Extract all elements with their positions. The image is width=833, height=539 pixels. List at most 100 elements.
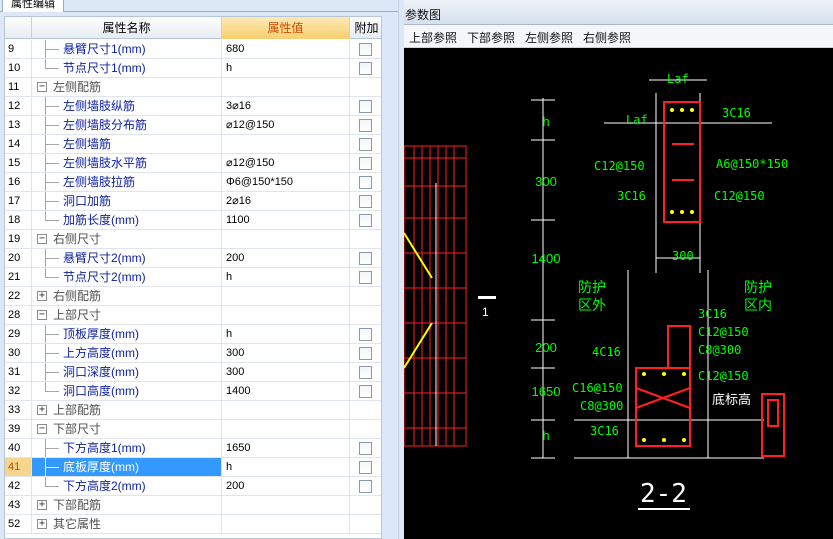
property-value-cell[interactable]: 1400 — [222, 382, 350, 400]
left-reference-button[interactable]: 左侧参照 — [525, 29, 573, 46]
property-name-cell[interactable]: 左侧墙筋 — [32, 135, 222, 153]
property-value-cell[interactable]: 200 — [222, 249, 350, 267]
property-name-cell[interactable]: + 下部配筋 — [32, 496, 222, 514]
bottom-reference-button[interactable]: 下部参照 — [467, 29, 515, 46]
property-value-cell[interactable] — [222, 135, 350, 153]
property-value-cell[interactable]: h — [222, 458, 350, 476]
tab-property-edit[interactable]: 属性编辑 — [2, 0, 64, 12]
property-name-cell[interactable]: 悬臂尺寸1(mm) — [32, 40, 222, 58]
property-row[interactable]: 10 节点尺寸1(mm) h — [5, 59, 381, 78]
property-value-cell[interactable]: 1100 — [222, 211, 350, 229]
property-name-cell[interactable]: + 其它属性 — [32, 515, 222, 533]
attach-checkbox[interactable] — [359, 176, 372, 189]
property-row[interactable]: 14 左侧墙筋 — [5, 135, 381, 154]
collapse-icon[interactable]: − — [37, 424, 47, 434]
property-group-row[interactable]: 11− 左侧配筋 — [5, 78, 381, 97]
property-row[interactable]: 13 左侧墙肢分布筋 ⌀12@150 — [5, 116, 381, 135]
property-name-cell[interactable]: 左侧墙肢水平筋 — [32, 154, 222, 172]
property-name-cell[interactable]: 下方高度2(mm) — [32, 477, 222, 495]
attach-checkbox[interactable] — [359, 385, 372, 398]
column-header-name[interactable]: 属性名称 — [32, 17, 222, 39]
property-group-row[interactable]: 39− 下部尺寸 — [5, 420, 381, 439]
property-value-cell[interactable]: ⌀12@150 — [222, 116, 350, 134]
property-name-cell[interactable]: 底板厚度(mm) — [32, 458, 222, 476]
attach-checkbox[interactable] — [359, 328, 372, 341]
property-value-cell[interactable]: 680 — [222, 40, 350, 58]
attach-checkbox[interactable] — [359, 442, 372, 455]
attach-checkbox[interactable] — [359, 43, 372, 56]
property-name-cell[interactable]: − 右侧尺寸 — [32, 230, 222, 248]
property-name-cell[interactable]: 加筋长度(mm) — [32, 211, 222, 229]
property-name-cell[interactable]: − 下部尺寸 — [32, 420, 222, 438]
column-header-extra[interactable]: 附加 — [350, 17, 381, 39]
property-name-cell[interactable]: 节点尺寸1(mm) — [32, 59, 222, 77]
property-value-cell[interactable]: h — [222, 268, 350, 286]
attach-checkbox[interactable] — [359, 461, 372, 474]
property-name-cell[interactable]: − 上部尺寸 — [32, 306, 222, 324]
property-group-row[interactable]: 19− 右侧尺寸 — [5, 230, 381, 249]
attach-checkbox[interactable] — [359, 271, 372, 284]
property-row[interactable]: 41 底板厚度(mm) h — [5, 458, 381, 477]
attach-checkbox[interactable] — [359, 119, 372, 132]
property-value-cell[interactable]: 200 — [222, 477, 350, 495]
property-row[interactable]: 21 节点尺寸2(mm) h — [5, 268, 381, 287]
expand-icon[interactable]: + — [37, 519, 47, 529]
expand-icon[interactable]: + — [37, 500, 47, 510]
property-row[interactable]: 17 洞口加筋 2⌀16 — [5, 192, 381, 211]
property-row[interactable]: 16 左侧墙肢拉筋 Φ6@150*150 — [5, 173, 381, 192]
property-value-cell[interactable]: 3⌀16 — [222, 97, 350, 115]
property-group-row[interactable]: 52 + 其它属性 — [5, 515, 381, 534]
collapse-icon[interactable]: − — [37, 234, 47, 244]
property-name-cell[interactable]: 悬臂尺寸2(mm) — [32, 249, 222, 267]
property-name-cell[interactable]: 左侧墙肢纵筋 — [32, 97, 222, 115]
property-row[interactable]: 18 加筋长度(mm) 1100 — [5, 211, 381, 230]
attach-checkbox[interactable] — [359, 138, 372, 151]
property-row[interactable]: 42 下方高度2(mm) 200 — [5, 477, 381, 496]
property-name-cell[interactable]: − 左侧配筋 — [32, 78, 222, 96]
property-row[interactable]: 40 下方高度1(mm) 1650 — [5, 439, 381, 458]
property-value-cell[interactable]: h — [222, 325, 350, 343]
property-row[interactable]: 15 左侧墙肢水平筋 ⌀12@150 — [5, 154, 381, 173]
expand-icon[interactable]: + — [37, 405, 47, 415]
property-row[interactable]: 32 洞口高度(mm) 1400 — [5, 382, 381, 401]
property-row[interactable]: 9 悬臂尺寸1(mm) 680 — [5, 40, 381, 59]
property-name-cell[interactable]: 洞口高度(mm) — [32, 382, 222, 400]
property-row[interactable]: 20 悬臂尺寸2(mm) 200 — [5, 249, 381, 268]
property-row[interactable]: 30 上方高度(mm) 300 — [5, 344, 381, 363]
property-name-cell[interactable]: 洞口加筋 — [32, 192, 222, 210]
expand-icon[interactable]: + — [37, 291, 47, 301]
attach-checkbox[interactable] — [359, 62, 372, 75]
attach-checkbox[interactable] — [359, 252, 372, 265]
property-value-cell[interactable]: Φ6@150*150 — [222, 173, 350, 191]
property-name-cell[interactable]: 左侧墙肢拉筋 — [32, 173, 222, 191]
property-row[interactable]: 31 洞口深度(mm) 300 — [5, 363, 381, 382]
property-value-cell[interactable]: 2⌀16 — [222, 192, 350, 210]
right-reference-button[interactable]: 右侧参照 — [583, 29, 631, 46]
property-name-cell[interactable]: 上方高度(mm) — [32, 344, 222, 362]
property-name-cell[interactable]: + 上部配筋 — [32, 401, 222, 419]
attach-checkbox[interactable] — [359, 100, 372, 113]
property-value-cell[interactable]: 300 — [222, 344, 350, 362]
property-row[interactable]: 29 顶板厚度(mm) h — [5, 325, 381, 344]
property-group-row[interactable]: 22 + 右侧配筋 — [5, 287, 381, 306]
top-reference-button[interactable]: 上部参照 — [409, 29, 457, 46]
property-value-cell[interactable]: h — [222, 59, 350, 77]
property-name-cell[interactable]: 节点尺寸2(mm) — [32, 268, 222, 286]
collapse-icon[interactable]: − — [37, 310, 47, 320]
property-row[interactable]: 12 左侧墙肢纵筋 3⌀16 — [5, 97, 381, 116]
attach-checkbox[interactable] — [359, 366, 372, 379]
attach-checkbox[interactable] — [359, 157, 372, 170]
collapse-icon[interactable]: − — [37, 82, 47, 92]
attach-checkbox[interactable] — [359, 347, 372, 360]
property-group-row[interactable]: 43 + 下部配筋 — [5, 496, 381, 515]
property-name-cell[interactable]: 顶板厚度(mm) — [32, 325, 222, 343]
attach-checkbox[interactable] — [359, 214, 372, 227]
property-value-cell[interactable]: ⌀12@150 — [222, 154, 350, 172]
property-name-cell[interactable]: 洞口深度(mm) — [32, 363, 222, 381]
property-group-row[interactable]: 33 + 上部配筋 — [5, 401, 381, 420]
property-value-cell[interactable]: 300 — [222, 363, 350, 381]
column-header-value[interactable]: 属性值 — [222, 17, 350, 39]
property-group-row[interactable]: 28− 上部尺寸 — [5, 306, 381, 325]
attach-checkbox[interactable] — [359, 195, 372, 208]
property-name-cell[interactable]: 下方高度1(mm) — [32, 439, 222, 457]
